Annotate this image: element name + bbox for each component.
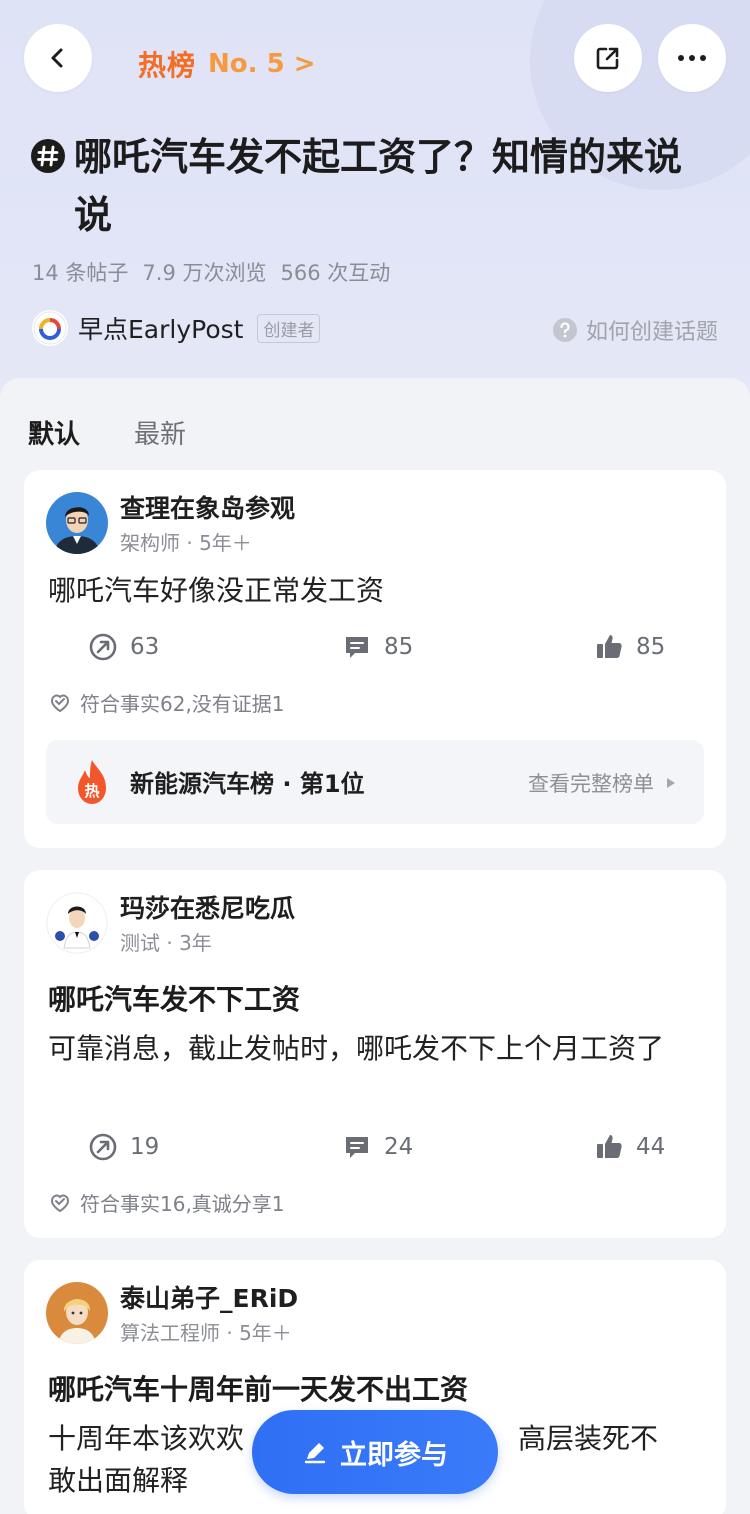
view-count: 7.9 万次浏览 [142,261,267,285]
post-tags[interactable]: 符合事实16,真诚分享1 [48,1188,285,1217]
avatar[interactable] [46,492,108,554]
comment-count: 85 [384,634,414,660]
interaction-count: 566 次互动 [280,261,391,285]
feed-tabs: 默认 最新 [28,414,186,451]
post-body[interactable]: 可靠消息，截止发帖时，哪吒发不下上个月工资了 [48,1028,688,1070]
tags-text: 符合事实16,真诚分享1 [80,1192,285,1216]
how-create-topic-link[interactable]: 如何创建话题 [552,314,718,346]
creator-name: 早点EarlyPost [78,315,244,344]
share-button[interactable] [574,24,642,92]
join-now-label: 立即参与 [340,1439,448,1471]
repost-icon [89,633,117,661]
post-tags[interactable]: 符合事实62,没有证据1 [48,688,285,717]
repost-button[interactable]: 63 [88,632,159,662]
hashtag-icon [31,139,65,173]
author-name[interactable]: 玛莎在悉尼吃瓜 [120,892,295,926]
avatar[interactable] [46,892,108,954]
join-now-button[interactable]: 立即参与 [252,1410,498,1494]
hot-label: 热榜 [138,49,197,82]
tab-default[interactable]: 默认 [28,414,80,451]
author-name[interactable]: 查理在象岛参观 [120,492,295,526]
topic-stats: 14 条帖子 7.9 万次浏览 566 次互动 [32,257,390,287]
hot-rank-number: No. 5 > [208,49,316,79]
post-author[interactable]: 查理在象岛参观 架构师 · 5年＋ [46,492,295,558]
view-full-rank-link[interactable]: 查看完整榜单 [528,768,676,798]
triangle-right-icon [667,778,675,788]
tags-text: 符合事实62,没有证据1 [80,692,285,716]
rank-label: 新能源汽车榜 · 第1位 [130,770,365,798]
tab-latest[interactable]: 最新 [134,414,186,451]
post-actions: 19 24 44 [24,1132,726,1172]
post-count: 14 条帖子 [32,261,129,285]
comment-button[interactable]: 24 [342,1132,413,1162]
author-meta: 测试 · 3年 [120,931,212,955]
creator-badge: 创建者 [257,313,321,343]
comment-icon [346,1137,368,1158]
repost-count: 63 [130,634,160,660]
thumbs-up-icon [597,1135,622,1158]
question-icon [552,318,577,342]
more-icon [678,55,706,61]
post-title[interactable]: 哪吒汽车发不下工资 [48,978,300,1018]
post-author[interactable]: 玛莎在悉尼吃瓜 测试 · 3年 [46,892,295,958]
repost-count: 19 [130,1134,160,1160]
how-create-label: 如何创建话题 [585,320,718,345]
comment-button[interactable]: 85 [342,632,413,662]
author-name[interactable]: 泰山弟子_ERiD [120,1282,298,1316]
svg-text:热: 热 [84,782,99,800]
author-info: 玛莎在悉尼吃瓜 测试 · 3年 [120,892,295,958]
post-author[interactable]: 泰山弟子_ERiD 算法工程师 · 5年＋ [46,1282,298,1348]
post-body-continued: 高层装死不 [518,1422,659,1455]
like-button[interactable]: 85 [594,632,665,662]
share-icon [596,47,619,70]
creator-logo-icon [32,310,68,346]
view-full-rank-label: 查看完整榜单 [528,772,654,796]
like-count: 85 [636,634,666,660]
repost-button[interactable]: 19 [88,1132,159,1162]
pen-icon [304,1443,326,1464]
fact-check-icon [50,1194,70,1212]
post-title[interactable]: 哪吒汽车十周年前一天发不出工资 [48,1368,468,1408]
topic-title-row: 哪吒汽车发不起工资了？知情的来说说 [30,128,710,244]
post-feed: 默认 最新 查理在象岛参观 架构师 · 5年＋ 哪吒汽车好像没正常发工资 63 … [0,378,750,1514]
fire-icon: 热 [78,760,106,804]
comment-icon [346,637,368,658]
post-card[interactable]: 玛莎在悉尼吃瓜 测试 · 3年 哪吒汽车发不下工资 可靠消息，截止发帖时，哪吒发… [24,870,726,1238]
repost-icon [89,1133,117,1161]
avatar[interactable] [46,1282,108,1344]
post-body[interactable]: 哪吒汽车好像没正常发工资 [48,570,698,612]
hot-rank-link[interactable]: 热榜 No. 5 > [138,44,316,84]
fact-check-icon [50,694,70,712]
chevron-left-icon [51,48,63,68]
post-actions: 63 85 85 [24,632,726,672]
like-button[interactable]: 44 [594,1132,665,1162]
back-button[interactable] [24,24,92,92]
post-body-start: 十周年本该欢欢 [48,1422,245,1455]
comment-count: 24 [384,1134,414,1160]
topic-title: 哪吒汽车发不起工资了？知情的来说说 [74,135,683,237]
author-info: 泰山弟子_ERiD 算法工程师 · 5年＋ [120,1282,298,1348]
creator-row[interactable]: 早点EarlyPost 创建者 [32,310,321,346]
topic-header: 热榜 No. 5 > 哪吒汽车发不起工资了？知情的来说说 14 条帖子 7.9 … [0,0,750,420]
author-meta: 算法工程师 · 5年＋ [120,1321,292,1345]
rank-banner[interactable]: 热 新能源汽车榜 · 第1位 查看完整榜单 [46,740,704,824]
post-card[interactable]: 查理在象岛参观 架构师 · 5年＋ 哪吒汽车好像没正常发工资 63 85 85 … [24,470,726,848]
author-info: 查理在象岛参观 架构师 · 5年＋ [120,492,295,558]
thumbs-up-icon [597,635,622,658]
like-count: 44 [636,1134,666,1160]
more-button[interactable] [658,24,726,92]
author-meta: 架构师 · 5年＋ [120,531,252,555]
